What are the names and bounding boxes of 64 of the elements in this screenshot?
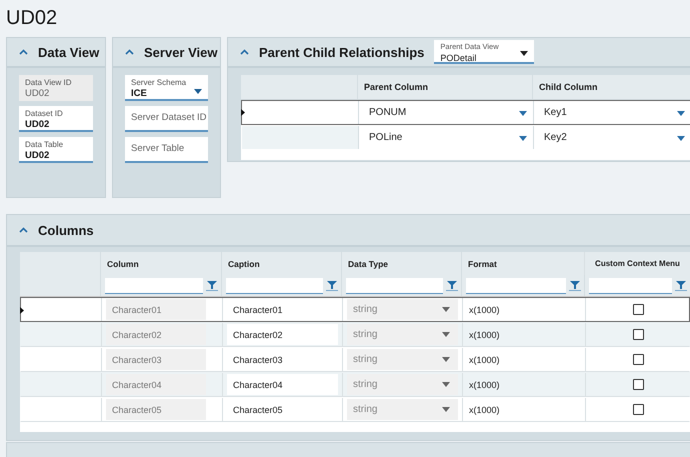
panel-title: Server View (144, 44, 218, 60)
filter-icon[interactable] (206, 280, 218, 290)
table-row[interactable]: Character04 Character04 string x(1000) (20, 372, 690, 397)
field-value: UD02 (25, 88, 50, 100)
input-field[interactable]: Dataset ID UD02 (19, 106, 93, 132)
field-placeholder: Server Table (131, 142, 186, 156)
column-header: Parent Column (357, 75, 532, 99)
table-cell: Character01 (106, 299, 206, 320)
input-field[interactable]: Character02 (227, 324, 338, 345)
table-cell: Character03 (106, 349, 206, 370)
field-value: UD02 (25, 150, 50, 162)
input-field[interactable]: Data Table UD02 (19, 137, 93, 163)
table-row[interactable]: Character03 Character03 string x(1000) (20, 347, 690, 372)
filter-icon[interactable] (569, 280, 581, 290)
row-indicator-icon (241, 109, 245, 116)
table-row[interactable]: Character05 Character05 string x(1000) (20, 397, 690, 422)
filter-field[interactable] (589, 278, 672, 294)
filter-field[interactable] (346, 278, 443, 294)
filter-field[interactable] (226, 278, 323, 294)
column-header: Child Column (532, 75, 690, 99)
field-label: Data Table (25, 140, 64, 150)
field-value: UD02 (25, 119, 50, 131)
table-cell: x(1000) (462, 373, 585, 396)
collapse-icon[interactable] (19, 49, 28, 55)
panel-title: Columns (38, 222, 94, 238)
input-field[interactable]: Character04 (227, 374, 338, 395)
panel-title: Data View (38, 44, 100, 60)
field-label: Server Schema (131, 78, 186, 88)
collapse-icon[interactable] (240, 49, 249, 55)
table-cell: Character05 (106, 399, 206, 420)
caret-icon[interactable] (520, 51, 528, 56)
field-label: Dataset ID (25, 109, 63, 119)
page-title: UD02 (6, 6, 58, 30)
collapse-icon[interactable] (125, 49, 134, 55)
checkbox[interactable] (633, 404, 644, 415)
checkbox[interactable] (633, 329, 644, 340)
collapse-icon[interactable] (19, 227, 28, 233)
checkbox[interactable] (633, 354, 644, 365)
table-row[interactable]: Character01 Character01 string x(1000) (20, 297, 690, 322)
table-cell: Character02 (106, 324, 206, 345)
checkbox[interactable] (633, 379, 644, 390)
table-row[interactable]: PONUM Key1 (241, 100, 690, 125)
filter-icon[interactable] (326, 280, 338, 290)
field-label: Data View ID (25, 78, 72, 88)
field-value: ICE (131, 88, 147, 100)
panel-title: Parent Child Relationships (259, 44, 424, 60)
filter-field[interactable] (105, 278, 203, 294)
table-cell: x(1000) (462, 298, 585, 321)
table-row[interactable]: Character02 Character02 string x(1000) (20, 322, 690, 347)
table-cell: x(1000) (462, 323, 585, 346)
row-indicator-icon (20, 307, 24, 314)
table-cell: Character04 (106, 374, 206, 395)
dropdown-cell[interactable]: Key1 (533, 101, 690, 124)
filter-icon[interactable] (675, 280, 687, 290)
field-value: PODetail (440, 52, 476, 64)
caret-icon[interactable] (194, 89, 202, 94)
checkbox[interactable] (633, 304, 644, 315)
filter-field[interactable] (466, 278, 566, 294)
table-cell: x(1000) (462, 348, 585, 371)
input-field[interactable]: Server Table (125, 137, 208, 163)
dropdown-field[interactable]: Server Schema ICE (125, 75, 208, 101)
input-field[interactable]: Server Dataset ID (125, 106, 208, 132)
table-cell: x(1000) (462, 398, 585, 421)
filter-icon[interactable] (446, 280, 458, 290)
